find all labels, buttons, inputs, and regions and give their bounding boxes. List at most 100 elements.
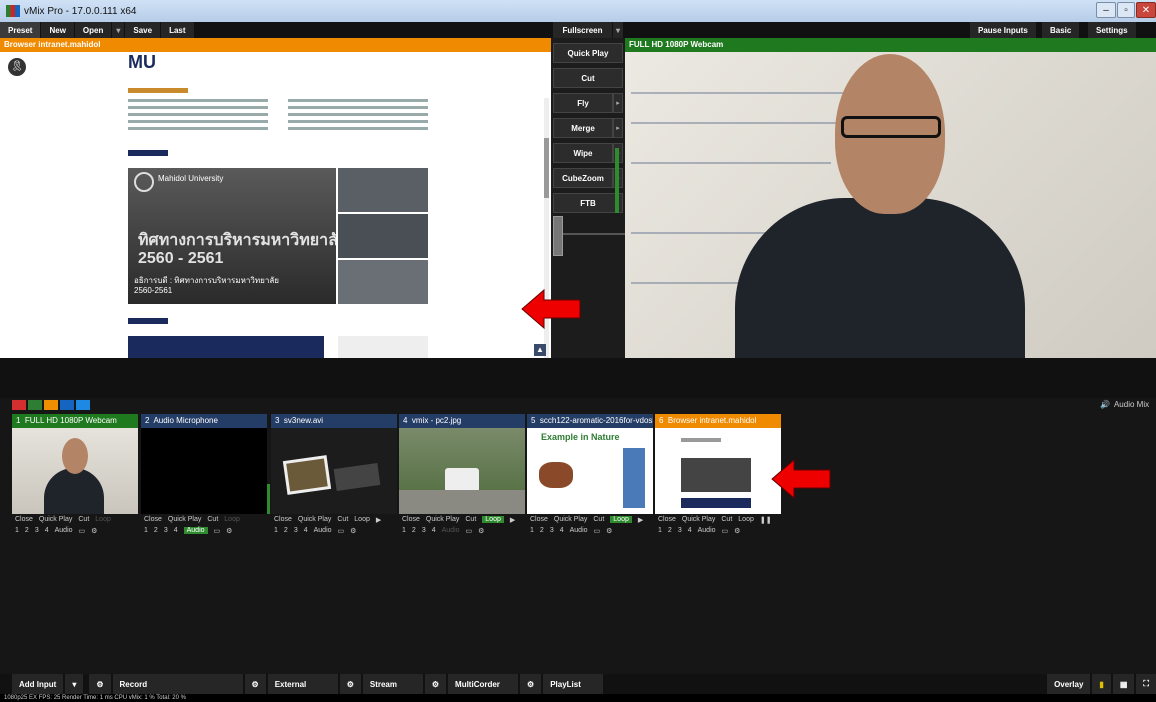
layer-2[interactable]: 2: [284, 527, 288, 534]
preset-button[interactable]: Preset: [0, 22, 42, 38]
stream-button[interactable]: Stream: [362, 674, 423, 694]
multicorder-button[interactable]: MultiCorder: [448, 674, 519, 694]
audio-button[interactable]: Audio: [698, 527, 716, 534]
input-thumbnail[interactable]: [271, 428, 397, 514]
layer-4[interactable]: 4: [432, 527, 436, 534]
input-thumbnail[interactable]: [655, 428, 781, 514]
loop-button[interactable]: Loop: [482, 516, 504, 523]
fullscreen-dropdown-icon[interactable]: ▾: [613, 22, 625, 38]
open-dropdown-icon[interactable]: ▾: [112, 22, 126, 38]
layer-3[interactable]: 3: [422, 527, 426, 534]
gear-icon[interactable]: ⚙: [606, 527, 612, 535]
stream-settings-gear-icon[interactable]: ⚙: [339, 674, 361, 694]
layer-3[interactable]: 3: [35, 527, 39, 534]
quick-play-button[interactable]: Quick Play: [39, 516, 72, 523]
banner-image[interactable]: Mahidol University ทิศทางการบริหารมหาวิท…: [128, 168, 336, 304]
audio-button[interactable]: Audio: [55, 527, 73, 534]
quick-play-button[interactable]: Quick Play: [168, 516, 201, 523]
audio-button[interactable]: Audio: [442, 527, 460, 534]
swatch-green[interactable]: [28, 400, 42, 410]
pause-icon[interactable]: ❚❚: [760, 516, 772, 524]
open-button[interactable]: Open: [74, 22, 113, 38]
layer-4[interactable]: 4: [174, 527, 178, 534]
layer-2[interactable]: 2: [540, 527, 544, 534]
close-button[interactable]: Close: [144, 516, 162, 523]
layer-4[interactable]: 4: [45, 527, 49, 534]
layer-1[interactable]: 1: [274, 527, 278, 534]
layer-1[interactable]: 1: [658, 527, 662, 534]
minimize-icon[interactable]: –: [1096, 2, 1116, 18]
cut-button[interactable]: Cut: [337, 516, 348, 523]
gear-icon[interactable]: ⚙: [226, 527, 232, 535]
cut-button[interactable]: Cut: [721, 516, 732, 523]
quick-play-button[interactable]: Quick Play: [426, 516, 459, 523]
monitor-icon[interactable]: ▭: [338, 527, 345, 535]
close-button[interactable]: Close: [658, 516, 676, 523]
gear-icon[interactable]: ⚙: [91, 527, 97, 535]
monitor-icon[interactable]: ▭: [214, 527, 221, 535]
quick-play-button[interactable]: Quick Play: [554, 516, 587, 523]
multicorder-settings-gear-icon[interactable]: ⚙: [424, 674, 447, 694]
loop-button[interactable]: Loop: [738, 516, 754, 523]
cubezoom-button[interactable]: CubeZoom: [553, 168, 613, 188]
external-button[interactable]: External: [267, 674, 338, 694]
monitor-icon[interactable]: ▭: [466, 527, 473, 535]
monitor-icon[interactable]: ▭: [722, 527, 729, 535]
ftb-button[interactable]: FTB: [553, 193, 623, 213]
layer-3[interactable]: 3: [164, 527, 168, 534]
swatch-blue[interactable]: [60, 400, 74, 410]
preview-pane[interactable]: Browser intranet.mahidol 🎗 MU Mahidol Un…: [0, 38, 551, 358]
cut-button[interactable]: Cut: [593, 516, 604, 523]
playlist-settings-gear-icon[interactable]: ⚙: [520, 674, 542, 694]
input-thumbnail[interactable]: Example in Nature: [527, 428, 653, 514]
layer-1[interactable]: 1: [530, 527, 534, 534]
cut-button[interactable]: Cut: [207, 516, 218, 523]
audio-button[interactable]: Audio: [183, 527, 208, 534]
loop-button[interactable]: Loop: [224, 516, 240, 523]
monitor-icon[interactable]: ▭: [79, 527, 86, 535]
fullscreen-button[interactable]: Fullscreen: [553, 22, 613, 38]
record-settings-gear-icon[interactable]: ⚙: [89, 674, 111, 694]
layer-2[interactable]: 2: [25, 527, 29, 534]
close-button[interactable]: Close: [402, 516, 420, 523]
audio-button[interactable]: Audio: [314, 527, 332, 534]
gear-icon[interactable]: ⚙: [478, 527, 484, 535]
audio-button[interactable]: Audio: [570, 527, 588, 534]
layer-1[interactable]: 1: [144, 527, 148, 534]
input-tile-1[interactable]: 1 FULL HD 1080P Webcam Close Quick Play Cu…: [12, 414, 138, 536]
input-tile-5[interactable]: 5 scch122-aromatic-2016for-vdoshooti Exa…: [527, 414, 653, 536]
add-input-button[interactable]: Add Input: [12, 674, 64, 694]
close-window-icon[interactable]: ✕: [1136, 2, 1156, 18]
monitor-icon[interactable]: ▭: [594, 527, 601, 535]
close-button[interactable]: Close: [15, 516, 33, 523]
layer-3[interactable]: 3: [550, 527, 554, 534]
close-button[interactable]: Close: [530, 516, 548, 523]
layer-2[interactable]: 2: [154, 527, 158, 534]
save-button[interactable]: Save: [125, 22, 162, 38]
maximize-icon[interactable]: ▫: [1117, 2, 1135, 18]
layer-1[interactable]: 1: [15, 527, 19, 534]
gear-icon[interactable]: ⚙: [350, 527, 356, 535]
input-thumbnail[interactable]: [12, 428, 138, 514]
layer-4[interactable]: 4: [688, 527, 692, 534]
layer-3[interactable]: 3: [678, 527, 682, 534]
fly-options-icon[interactable]: ▸: [613, 93, 623, 113]
input-tile-4[interactable]: 4 vmix - pc2.jpg Close Quick Play Cut Loop ▶…: [399, 414, 525, 536]
audio-mixer-toggle[interactable]: 🔊 Audio Mix: [1100, 400, 1149, 409]
swatch-lightblue[interactable]: [76, 400, 90, 410]
input-tile-3[interactable]: 3 sv3new.avi Close Quick Play Cut Loop ▶ 123…: [271, 414, 397, 536]
swatch-red[interactable]: [12, 400, 26, 410]
record-button[interactable]: Record: [112, 674, 243, 694]
basic-button[interactable]: Basic: [1042, 22, 1081, 38]
wipe-button[interactable]: Wipe: [553, 143, 613, 163]
cut-button[interactable]: Cut: [465, 516, 476, 523]
fly-button[interactable]: Fly: [553, 93, 613, 113]
quick-play-button[interactable]: Quick Play: [553, 43, 623, 63]
merge-button[interactable]: Merge: [553, 118, 613, 138]
quick-play-button[interactable]: Quick Play: [298, 516, 331, 523]
playlist-button[interactable]: PlayList: [543, 674, 604, 694]
new-button[interactable]: New: [41, 22, 75, 38]
layer-3[interactable]: 3: [294, 527, 298, 534]
last-button[interactable]: Last: [161, 22, 195, 38]
close-button[interactable]: Close: [274, 516, 292, 523]
